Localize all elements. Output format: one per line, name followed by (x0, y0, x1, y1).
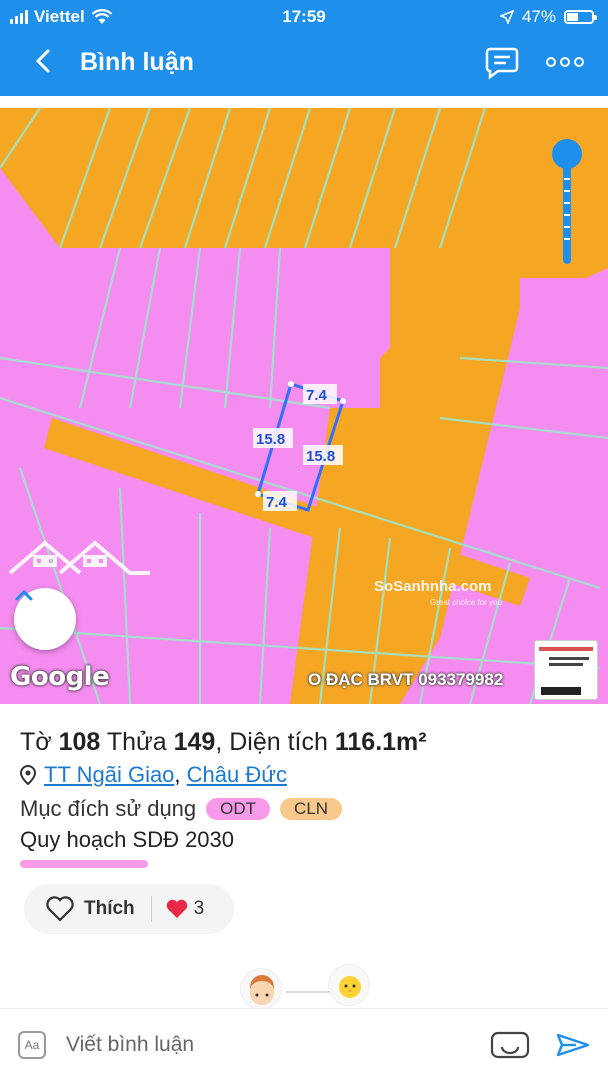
parcel-title: Tờ 108 Thửa 149, Diện tích 116.1m² (20, 728, 427, 757)
business-card-thumbnail[interactable] (534, 640, 598, 700)
like-label: Thích (84, 898, 135, 919)
nav-bar: Bình luận (0, 34, 608, 92)
chevron-left-icon (35, 49, 50, 73)
send-button[interactable] (556, 1031, 590, 1059)
location-sep: , (174, 762, 181, 787)
plan-tag-partial (20, 860, 148, 868)
reaction-bar: Thích 3 (24, 884, 234, 934)
sheet-label: Tờ (20, 728, 52, 756)
chat-button[interactable] (484, 44, 520, 80)
usage-tag-odt[interactable]: ODT (206, 798, 271, 820)
location-district-link[interactable]: Châu Đức (187, 762, 287, 787)
girl-sticker-icon (250, 975, 274, 1005)
status-bar: Viettel 17:59 47% (0, 0, 608, 34)
top-bar: Viettel 17:59 47% Bình luận (0, 0, 608, 96)
sticker-button[interactable] (490, 1029, 530, 1061)
connector (286, 991, 330, 993)
google-logo: Google (10, 662, 110, 692)
send-icon (556, 1033, 590, 1057)
location-town-link[interactable]: TT Ngãi Giao (44, 762, 174, 787)
collapse-map-button[interactable] (14, 588, 76, 650)
location-arrow-icon (499, 10, 514, 24)
like-button[interactable]: Thích (24, 896, 135, 922)
back-button[interactable] (26, 44, 60, 78)
brand-tagline: Great choice for you (430, 598, 503, 607)
location-pin-icon (20, 765, 36, 785)
parcel-info-card: Tờ 108 Thửa 149, Diện tích 116.1m² TT Ng… (0, 706, 608, 868)
page-title: Bình luận (80, 48, 194, 76)
chevron-up-icon (15, 589, 33, 601)
usage-label: Mục đích sử dụng (20, 796, 197, 821)
card-thumbnail-image (539, 647, 593, 695)
plan-label: Quy hoạch SDĐ 2030 (20, 827, 235, 852)
sticker-row (226, 956, 386, 1012)
usage-tag-cln[interactable]: CLN (280, 798, 343, 820)
brand-name: SoSanhnha.com (374, 578, 492, 595)
more-options-icon (546, 57, 556, 67)
heart-outline-icon (46, 896, 74, 922)
sheet-number: 108 (58, 728, 101, 756)
comment-bar: Aa (0, 1008, 608, 1080)
app-root: Viettel 17:59 47% Bình luận 7.4 15.8 15.… (0, 0, 608, 1080)
heart-count: 3 (193, 898, 205, 919)
parcel-label: Thửa (106, 728, 167, 756)
avatar[interactable] (328, 964, 370, 1006)
more-options-button[interactable] (546, 50, 586, 74)
more-dot (560, 57, 570, 67)
map-watermark: O ĐẠC BRVT 093379982 (308, 670, 504, 689)
zoom-slider[interactable] (550, 138, 584, 268)
parcel-number: 149 (173, 728, 216, 756)
usage-row: Mục đích sử dụng ODT CLN (20, 796, 343, 822)
comment-input[interactable] (66, 1029, 466, 1061)
heart-filled-icon (166, 899, 187, 918)
location: TT Ngãi Giao, Châu Đức (20, 762, 287, 788)
status-right: 47% (499, 7, 597, 27)
map-view[interactable]: 7.4 15.8 15.8 7.4 SoSanhnha.com Great ch… (0, 108, 608, 704)
chat-bubble-icon (485, 47, 519, 80)
sticker-icon (490, 1031, 530, 1059)
slider-icon (552, 139, 582, 264)
more-dot (574, 57, 584, 67)
chick-sticker-icon (339, 976, 361, 998)
reaction-count[interactable]: 3 (152, 898, 205, 920)
avatar[interactable] (240, 968, 282, 1010)
keyboard-switch-icon[interactable]: Aa (18, 1031, 46, 1059)
battery-icon (564, 10, 597, 24)
area-label: , Diện tích (215, 728, 328, 756)
map-canvas (0, 108, 608, 704)
battery-percent: 47% (521, 7, 556, 26)
area-value: 116.1m² (334, 728, 427, 756)
